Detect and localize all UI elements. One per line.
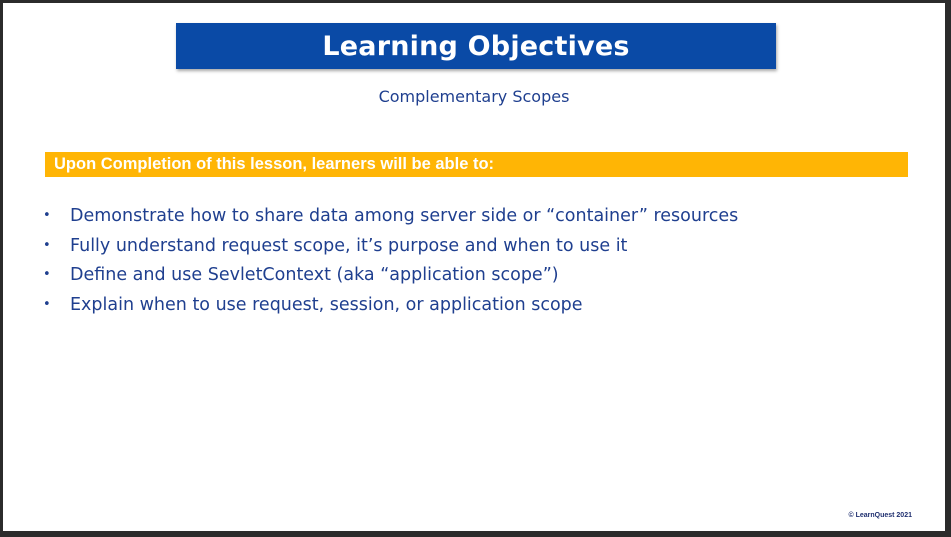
objective-item: • Demonstrate how to share data among se… — [41, 206, 738, 236]
bullet-icon: • — [43, 296, 51, 312]
objective-text: Fully understand request scope, it’s pur… — [70, 235, 628, 256]
objectives-banner-text: Upon Completion of this lesson, learners… — [54, 155, 495, 173]
objective-text: Define and use SevletContext (aka “appli… — [70, 265, 559, 285]
bullet-icon: • — [43, 208, 51, 223]
objective-item: • Fully understand request scope, it’s p… — [41, 236, 738, 266]
objective-text: Explain when to use request, session, or… — [70, 294, 583, 315]
title-bar: Learning Objectives — [176, 23, 776, 69]
slide: Learning Objectives Complementary Scopes… — [3, 3, 945, 531]
copyright-notice: © LearnQuest 2021 — [848, 512, 912, 519]
bullet-icon: • — [43, 267, 51, 282]
objective-item: • Define and use SevletContext (aka “app… — [41, 265, 738, 295]
objective-text: Demonstrate how to share data among serv… — [70, 206, 739, 226]
slide-subtitle: Complementary Scopes — [378, 87, 570, 106]
objective-item: • Explain when to use request, session, … — [41, 295, 738, 325]
objectives-banner: Upon Completion of this lesson, learners… — [45, 152, 908, 177]
bullet-icon: • — [43, 237, 51, 253]
objectives-list: • Demonstrate how to share data among se… — [41, 206, 738, 324]
slide-title: Learning Objectives — [322, 30, 630, 62]
